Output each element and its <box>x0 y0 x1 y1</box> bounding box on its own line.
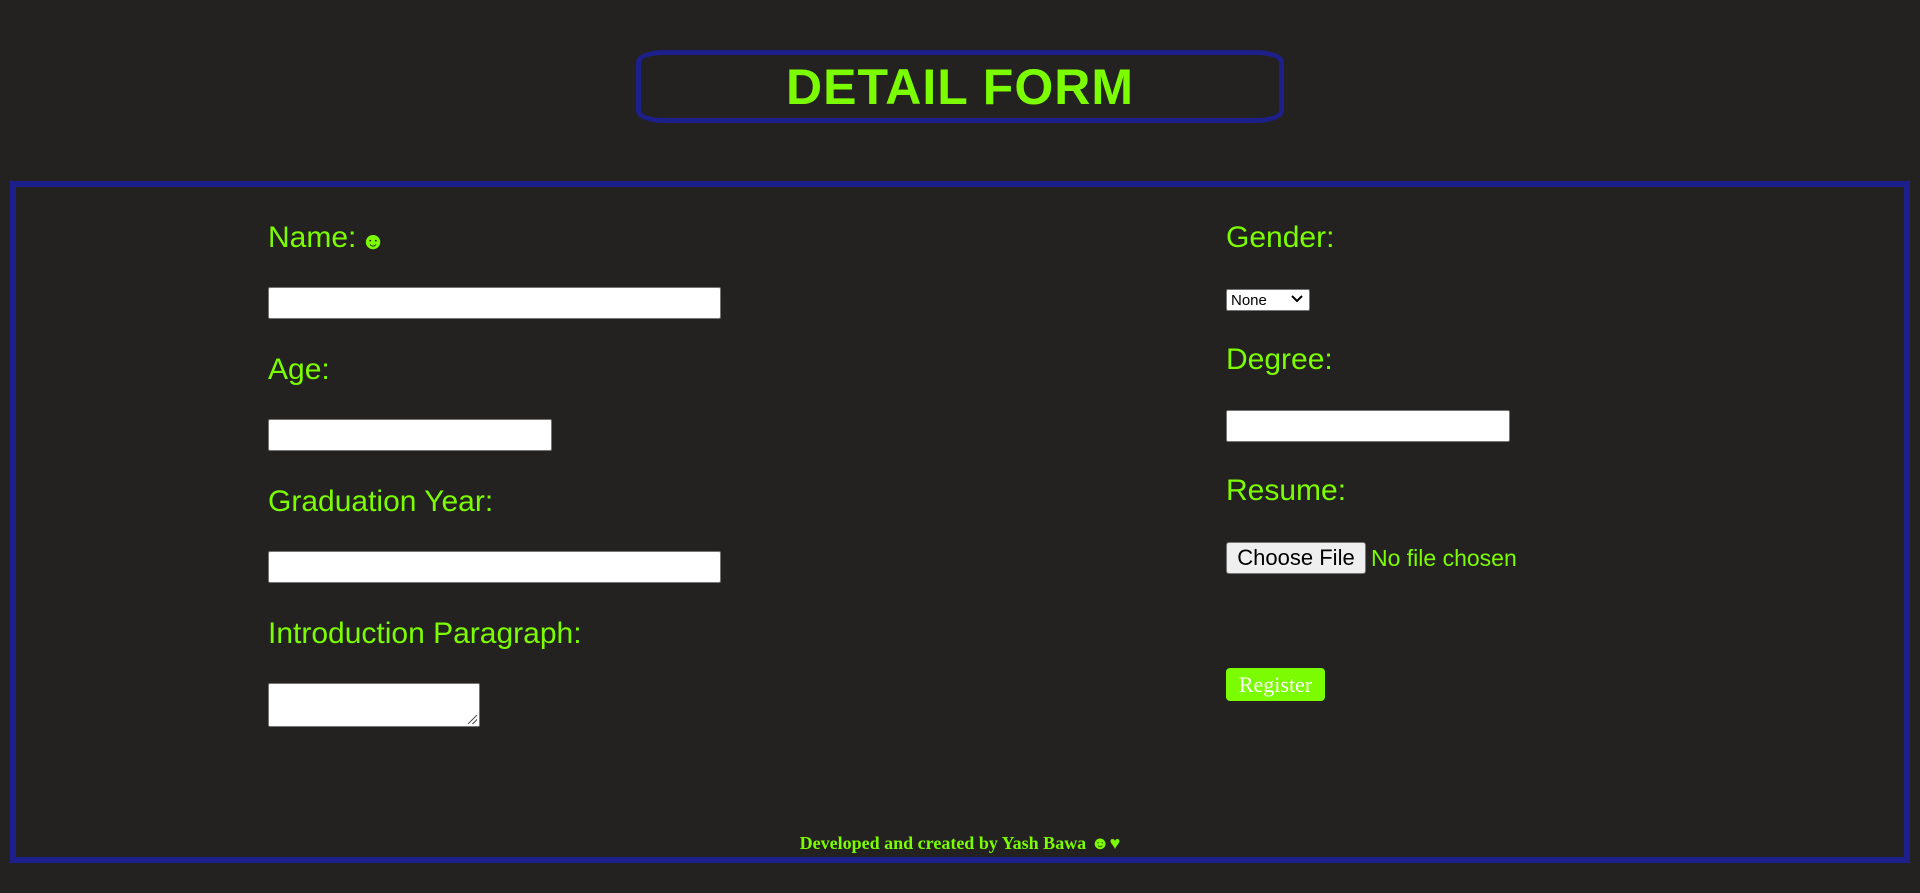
introduction-textarea[interactable] <box>268 683 480 727</box>
age-label: Age: <box>268 353 330 386</box>
choose-file-button[interactable]: Choose File <box>1226 542 1366 574</box>
gender-select[interactable]: None <box>1226 289 1310 311</box>
degree-label: Degree: <box>1226 343 1333 376</box>
file-status-text: No file chosen <box>1371 545 1517 571</box>
page-title: DETAIL FORM <box>785 58 1134 115</box>
graduation-year-input[interactable] <box>268 551 721 583</box>
degree-input[interactable] <box>1226 410 1510 442</box>
introduction-label: Introduction Paragraph: <box>268 617 582 650</box>
register-button[interactable]: Register <box>1226 668 1325 701</box>
resize-grip-icon[interactable] <box>468 715 477 724</box>
graduation-year-label: Graduation Year: <box>268 485 494 518</box>
name-label-row: Name: ☻ <box>268 221 386 259</box>
gender-label: Gender: <box>1226 221 1335 254</box>
title-banner: DETAIL FORM <box>636 50 1284 123</box>
gender-selected-value: None <box>1231 291 1267 309</box>
resume-label: Resume: <box>1226 474 1347 507</box>
chevron-down-icon <box>1291 293 1303 307</box>
name-label: Name: <box>268 221 357 254</box>
footer-credit: Developed and created by Yash Bawa ☻♥ <box>799 833 1121 853</box>
form-container <box>10 181 1910 863</box>
smiley-icon: ☻ <box>360 228 386 255</box>
age-input[interactable] <box>268 419 552 451</box>
name-input[interactable] <box>268 287 721 319</box>
